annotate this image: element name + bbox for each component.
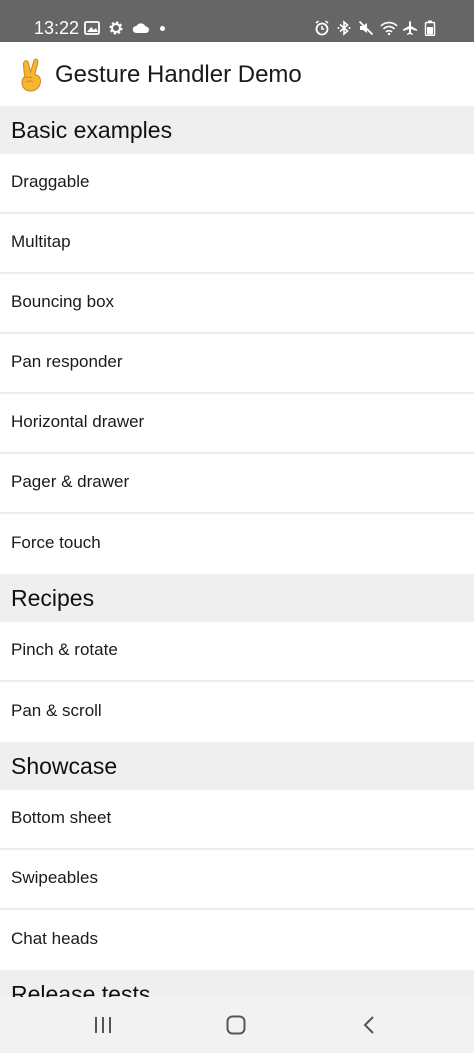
back-icon[interactable] [349,1009,389,1041]
status-right-icons [314,18,440,38]
notification-dot [160,25,165,31]
status-left-icons [84,18,165,38]
list-item[interactable]: Pinch & rotate [0,622,474,682]
bluetooth-icon [336,20,352,36]
mute-icon [358,20,374,36]
app-header: Gesture Handler Demo [0,42,474,106]
airplane-icon [402,20,418,36]
list-item[interactable]: Pan responder [0,334,474,394]
list-item[interactable]: Swipeables [0,850,474,910]
battery-icon [424,20,440,36]
alarm-icon [314,20,330,36]
list-item[interactable]: Force touch [0,514,474,574]
list-item[interactable]: Chat heads [0,910,474,970]
system-nav-bar [0,997,474,1053]
section-header: Showcase [0,742,474,790]
section-header: Recipes [0,574,474,622]
list-item[interactable]: Bottom sheet [0,790,474,850]
list-item[interactable]: Horizontal drawer [0,394,474,454]
recents-icon[interactable] [83,1009,123,1041]
home-icon[interactable] [216,1009,256,1041]
list-item[interactable]: Multitap [0,214,474,274]
app-screen: 13:22 Gesture Handler Demo Basic example… [0,0,474,1053]
app-title: Gesture Handler Demo [55,61,302,88]
examples-list[interactable]: Basic examples Draggable Multitap Bounci… [0,106,474,997]
list-item[interactable]: Draggable [0,154,474,214]
status-time: 13:22 [34,18,80,38]
image-icon [84,20,100,36]
list-item[interactable]: Pan & scroll [0,682,474,742]
section-header: Basic examples [0,106,474,154]
list-item[interactable]: Pager & drawer [0,454,474,514]
list-item[interactable]: Bouncing box [0,274,474,334]
cloud-icon [132,20,150,36]
status-bar: 13:22 [0,0,474,42]
section-header: Release tests [0,970,474,997]
victory-hand-emoji-icon [17,57,47,93]
gear-icon [108,20,124,36]
wifi-icon [380,20,398,36]
